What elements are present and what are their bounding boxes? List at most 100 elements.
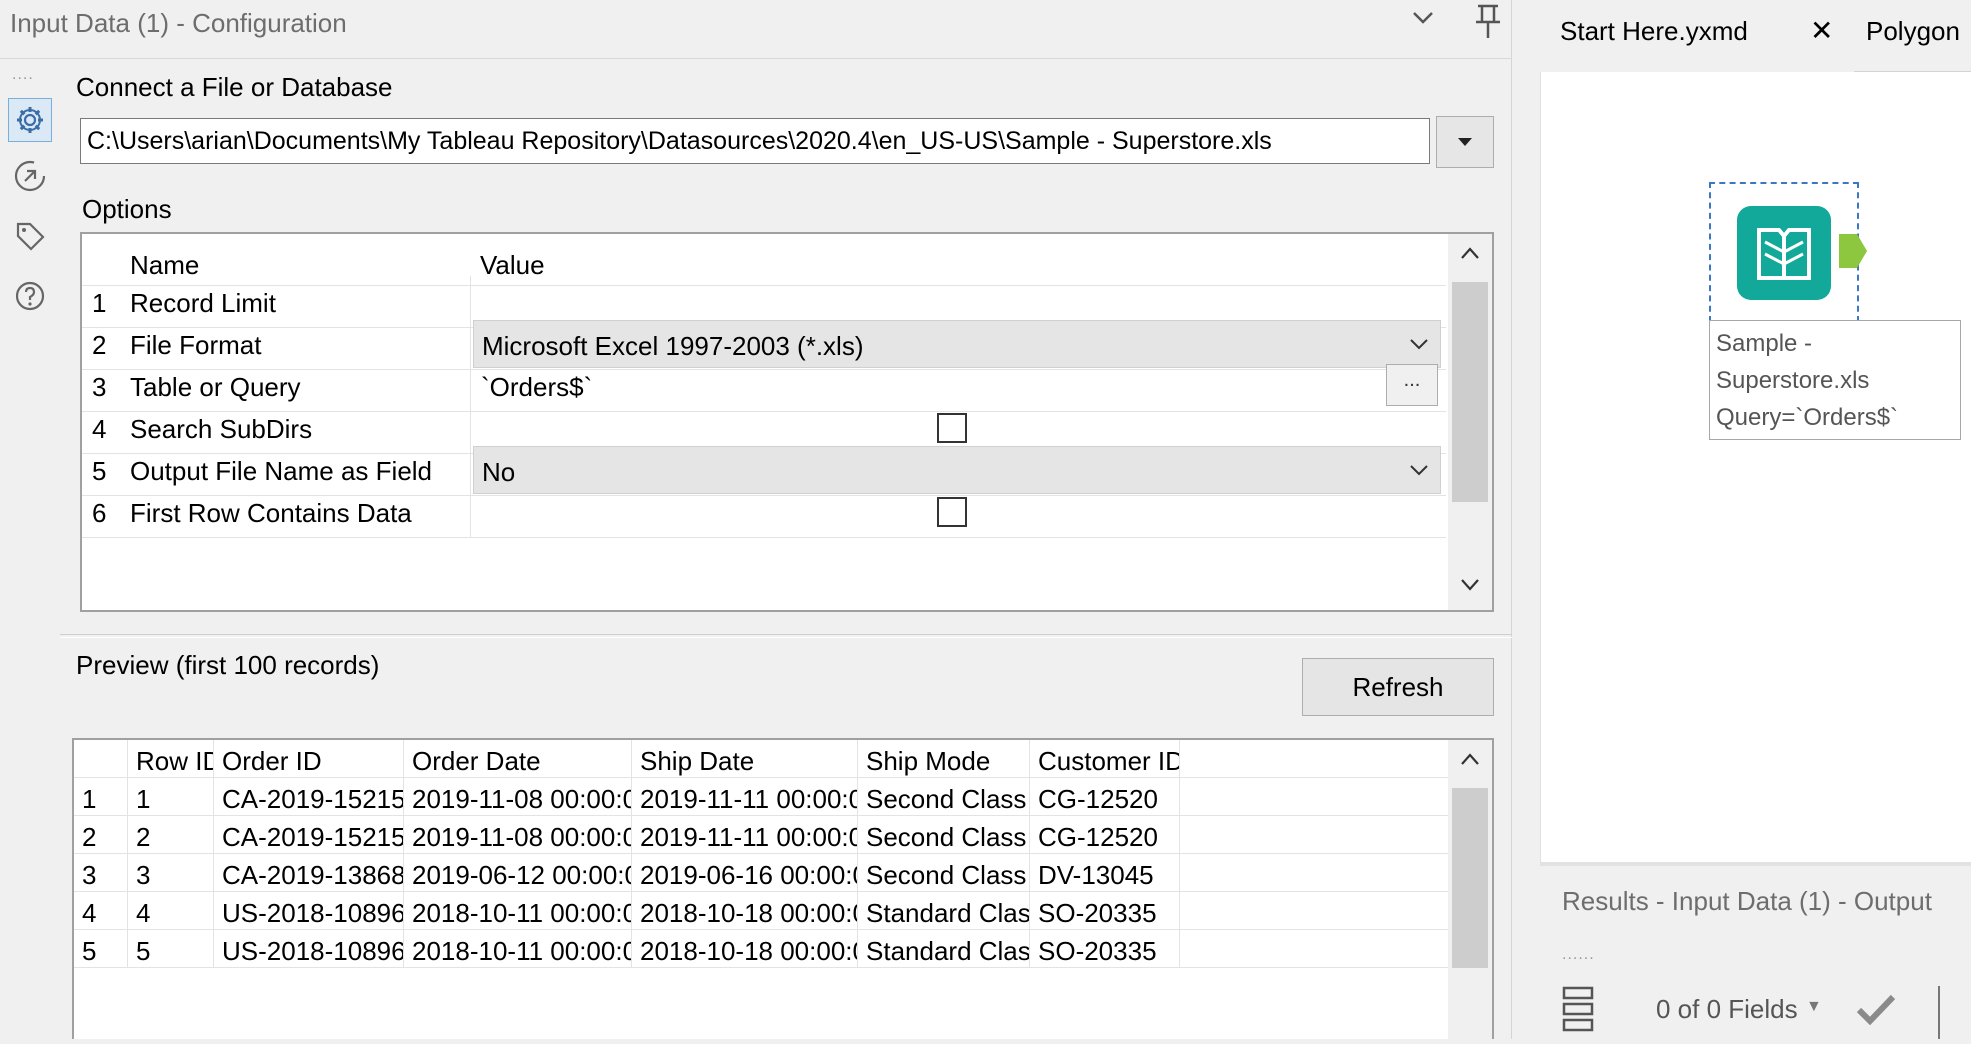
cell-value: US-2018-108966 bbox=[222, 898, 404, 928]
caret-down-icon[interactable]: ▼ bbox=[1806, 998, 1822, 1016]
table-cell: Standard Class bbox=[858, 930, 1030, 968]
table-cell: CA-2019-152156 bbox=[214, 816, 404, 854]
table-cell: 2018-10-11 00:00:00 bbox=[404, 930, 632, 968]
connect-label: Connect a File or Database bbox=[76, 72, 393, 102]
option-name: File Format bbox=[130, 330, 262, 360]
workflow-pane: Start Here.yxmd ✕ Polygon Sample - Super… bbox=[1540, 0, 1971, 1039]
option-name: First Row Contains Data bbox=[130, 498, 412, 528]
cell-value: 2019-06-12 00:00:00 bbox=[412, 860, 632, 890]
file-path-input[interactable] bbox=[80, 118, 1430, 164]
refresh-button[interactable]: Refresh bbox=[1302, 658, 1494, 716]
cell-value: CA-2019-138688 bbox=[222, 860, 404, 890]
cell-value: 2018-10-11 00:00:00 bbox=[412, 936, 632, 966]
chevron-up-icon[interactable] bbox=[1460, 752, 1480, 766]
tag-icon[interactable] bbox=[8, 214, 52, 258]
fields-count[interactable]: 0 of 0 Fields bbox=[1656, 994, 1798, 1025]
cell-value: US-2018-108966 bbox=[222, 936, 404, 966]
column-header: Order Date bbox=[404, 740, 632, 778]
row-number: 4 bbox=[92, 414, 107, 444]
option-name: Table or Query bbox=[130, 372, 301, 402]
help-icon[interactable] bbox=[8, 274, 52, 318]
table-cell: 2 bbox=[128, 816, 214, 854]
close-icon[interactable]: ✕ bbox=[1810, 14, 1833, 47]
scrollbar-thumb[interactable] bbox=[1452, 788, 1488, 968]
table-cell: 2 bbox=[74, 816, 128, 854]
cell-value: CA-2019-152156 bbox=[222, 822, 404, 852]
cell-value: 1 bbox=[136, 784, 151, 814]
column-header-label: Order ID bbox=[222, 746, 322, 776]
browse-query-button[interactable]: ... bbox=[1386, 364, 1438, 406]
output-file-name-value: No bbox=[482, 457, 516, 487]
table-cell: 2019-11-08 00:00:00 bbox=[404, 816, 632, 854]
first-row-data-cell bbox=[470, 486, 1446, 537]
cell-value: 2 bbox=[82, 822, 97, 852]
table-row[interactable]: 2 2 CA-2019-152156 2019-11-08 00:00:00 2019-… bbox=[74, 816, 1450, 854]
output-anchor-icon[interactable] bbox=[1839, 232, 1869, 270]
path-dropdown-button[interactable] bbox=[1436, 116, 1494, 168]
table-cell: CA-2019-152156 bbox=[214, 778, 404, 816]
results-toolbar: ...... 0 of 0 Fields ▼ bbox=[1540, 946, 1971, 1039]
option-name: Output File Name as Field bbox=[130, 456, 433, 486]
table-cell: Second Class bbox=[858, 854, 1030, 892]
chevron-down-icon[interactable] bbox=[1460, 578, 1480, 592]
table-row[interactable]: 1 1 CA-2019-152156 2019-11-08 00:00:00 2019-… bbox=[74, 778, 1450, 816]
cell-value: 2019-11-08 00:00:00 bbox=[412, 822, 632, 852]
table-row[interactable]: 3 3 CA-2019-138688 2019-06-12 00:00:00 2019-… bbox=[74, 854, 1450, 892]
input-data-tool-icon[interactable] bbox=[1737, 206, 1831, 300]
cell-value: 5 bbox=[82, 936, 97, 966]
results-header: Results - Input Data (1) - Output bbox=[1540, 862, 1971, 946]
row-number: 2 bbox=[92, 330, 107, 360]
table-row[interactable]: 4 4 US-2018-108966 2018-10-11 00:00:00 2018-… bbox=[74, 892, 1450, 930]
option-name: Search SubDirs bbox=[130, 414, 313, 444]
table-row[interactable]: 5 5 US-2018-108966 2018-10-11 00:00:00 2018-… bbox=[74, 930, 1450, 968]
navigate-icon[interactable] bbox=[8, 154, 52, 198]
options-label: Options bbox=[82, 194, 172, 224]
fields-list-icon[interactable] bbox=[1560, 982, 1598, 1039]
options-scrollbar[interactable] bbox=[1448, 234, 1492, 610]
workflow-canvas[interactable]: Sample - Superstore.xls Query=`Orders$` bbox=[1540, 72, 1971, 862]
preview-table: Row ID Order ID Order Date Ship Date Ship Mo… bbox=[72, 738, 1494, 1039]
column-header: Row ID bbox=[128, 740, 214, 778]
scrollbar-thumb[interactable] bbox=[1452, 282, 1488, 502]
grip-handle[interactable]: .... bbox=[12, 66, 34, 84]
annotation-line: Query=`Orders$` bbox=[1716, 404, 1899, 431]
cell-value: CG-12520 bbox=[1038, 822, 1158, 852]
pin-icon[interactable] bbox=[1470, 0, 1506, 44]
cell-value: 2018-10-11 00:00:00 bbox=[412, 898, 632, 928]
table-or-query-value: `Orders$` bbox=[481, 372, 593, 402]
tool-annotation: Sample - Superstore.xls Query=`Orders$` bbox=[1709, 320, 1961, 440]
gear-icon[interactable] bbox=[8, 98, 52, 142]
cell-value: 2019-11-08 00:00:00 bbox=[412, 784, 632, 814]
table-cell: 2019-11-08 00:00:00 bbox=[404, 778, 632, 816]
preview-header-row[interactable]: Row ID Order ID Order Date Ship Date Ship Mo… bbox=[74, 740, 1450, 778]
column-header: Customer ID bbox=[1030, 740, 1180, 778]
table-cell: SO-20335 bbox=[1030, 930, 1180, 968]
title-divider bbox=[0, 58, 1512, 59]
row-number: 1 bbox=[92, 288, 107, 318]
option-name: Record Limit bbox=[130, 288, 276, 318]
cell-value: 5 bbox=[136, 936, 151, 966]
table-cell: 5 bbox=[128, 930, 214, 968]
annotation-line: Sample - bbox=[1716, 330, 1813, 357]
table-cell: US-2018-108966 bbox=[214, 892, 404, 930]
preview-scrollbar[interactable] bbox=[1448, 740, 1492, 1039]
grip-handle[interactable]: ...... bbox=[1562, 946, 1595, 964]
first-row-data-checkbox[interactable] bbox=[937, 497, 967, 527]
table-cell: 2019-06-16 00:00:00 bbox=[632, 854, 858, 892]
options-grid: Name Value 1 Record Limit 2 File Format … bbox=[80, 232, 1494, 612]
table-cell: CA-2019-138688 bbox=[214, 854, 404, 892]
table-cell: Second Class bbox=[858, 778, 1030, 816]
tab-start-here[interactable]: Start Here.yxmd ✕ bbox=[1540, 0, 1854, 72]
table-cell: 4 bbox=[128, 892, 214, 930]
table-cell: 4 bbox=[74, 892, 128, 930]
chevron-down-icon bbox=[1410, 465, 1428, 476]
table-cell: Standard Class bbox=[858, 892, 1030, 930]
checkmark-icon[interactable] bbox=[1856, 992, 1896, 1031]
chevron-up-icon[interactable] bbox=[1460, 246, 1480, 260]
section-divider[interactable] bbox=[60, 634, 1512, 638]
table-cell: 2019-11-11 00:00:00 bbox=[632, 816, 858, 854]
configuration-pane: Input Data (1) - Configuration .... Conn… bbox=[0, 0, 1512, 1039]
tab-polygon[interactable]: Polygon bbox=[1866, 16, 1960, 47]
search-subdirs-checkbox[interactable] bbox=[937, 413, 967, 443]
chevron-down-icon[interactable] bbox=[1410, 4, 1436, 37]
